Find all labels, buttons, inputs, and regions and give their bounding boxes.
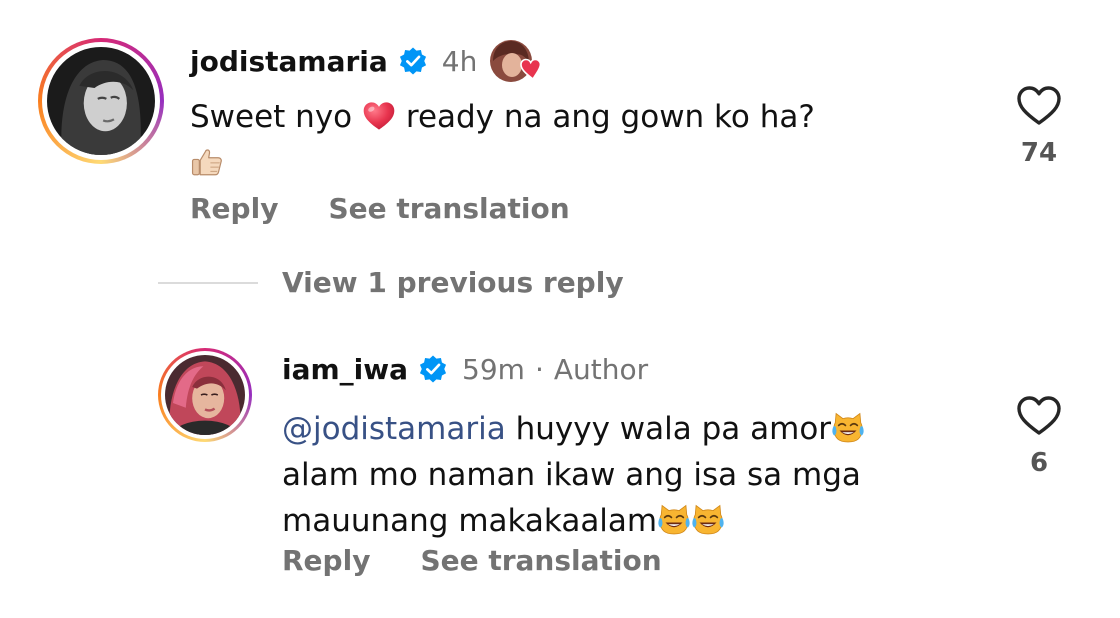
comment-actions: Reply See translation <box>282 544 662 577</box>
red-heart-emoji-icon <box>362 99 396 133</box>
reply-comment: iam_iwa 59m · Author @jodistamaria huyyy… <box>0 330 1120 618</box>
comment: jodistamaria 4h Sweet nyo ready na ang g… <box>0 0 1120 240</box>
cat-tears-of-joy-emoji-icon <box>657 503 691 537</box>
comment-text: @jodistamaria huyyy wala pa amor alam mo… <box>282 406 922 544</box>
comment-text-part: huyyy wala pa amor <box>515 411 832 447</box>
like-control: 74 <box>1009 82 1069 168</box>
mention-link[interactable]: @jodistamaria <box>282 411 506 447</box>
like-count: 74 <box>1020 138 1058 168</box>
timestamp: 59m <box>462 352 525 386</box>
like-count: 6 <box>1029 448 1049 478</box>
timestamp: 4h <box>441 44 478 78</box>
avatar-photo <box>47 47 155 155</box>
verified-badge-icon <box>398 46 428 76</box>
comment-text: Sweet nyo ready na ang gown ko ha? <box>190 94 890 186</box>
username[interactable]: jodistamaria <box>190 45 388 78</box>
comment-header: iam_iwa 59m · Author <box>282 348 648 390</box>
see-translation-link[interactable]: See translation <box>328 192 569 225</box>
avatar[interactable] <box>38 38 164 164</box>
reply-button[interactable]: Reply <box>282 544 370 577</box>
divider <box>158 281 258 284</box>
comment-text-part: Sweet nyo <box>190 99 353 135</box>
author-label: Author <box>553 352 649 386</box>
thumbs-up-emoji-icon <box>190 145 224 179</box>
verified-badge-icon <box>418 354 448 384</box>
heart-outline-icon[interactable] <box>1015 82 1063 130</box>
cat-tears-of-joy-emoji-icon <box>691 503 725 537</box>
like-control: 6 <box>1009 392 1069 478</box>
see-translation-link[interactable]: See translation <box>420 544 661 577</box>
comment-text-part: ready na ang gown ko ha? <box>405 99 815 135</box>
comment-header: jodistamaria 4h <box>190 40 545 82</box>
comment-actions: Reply See translation <box>190 192 570 225</box>
comment-text-part: alam mo naman ikaw ang isa sa mga <box>282 457 861 493</box>
comment-text-part: mauunang makakaalam <box>282 503 658 539</box>
view-previous-replies[interactable]: View 1 previous reply <box>158 266 624 299</box>
cat-tears-of-joy-emoji-icon <box>831 411 865 445</box>
avatar[interactable] <box>158 348 252 442</box>
view-previous-replies-label[interactable]: View 1 previous reply <box>282 266 624 299</box>
heart-outline-icon[interactable] <box>1015 392 1063 440</box>
username[interactable]: iam_iwa <box>282 353 408 386</box>
reply-button[interactable]: Reply <box>190 192 278 225</box>
author-liked-avatar-icon <box>489 39 545 83</box>
avatar-photo <box>165 355 245 435</box>
separator: · <box>534 352 544 386</box>
